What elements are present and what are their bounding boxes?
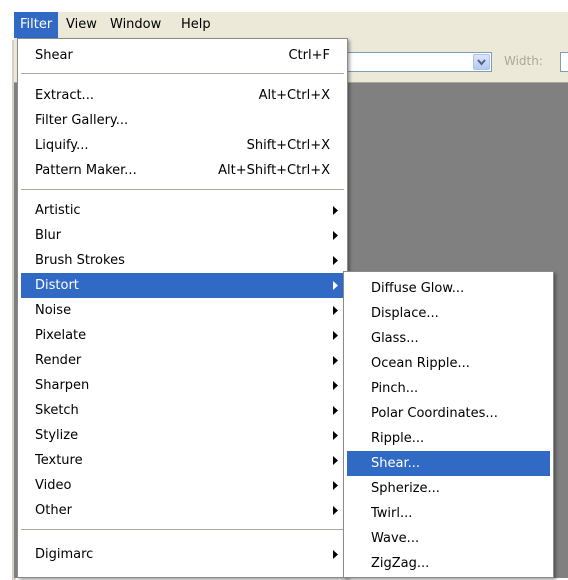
submenu-item-glass[interactable]: Glass... <box>347 326 550 351</box>
menu-item-label: Pattern Maker... <box>35 163 137 178</box>
menu-item-label: Extract... <box>35 88 94 103</box>
distort-submenu: Diffuse Glow... Displace... Glass... Oce… <box>343 271 554 578</box>
menu-item-sketch[interactable]: Sketch <box>21 398 344 423</box>
submenu-item-ripple[interactable]: Ripple... <box>347 426 550 451</box>
menu-item-label: Video <box>35 478 72 493</box>
menu-separator <box>21 189 344 190</box>
menu-item-label: Ripple... <box>371 431 425 446</box>
submenu-item-spherize[interactable]: Spherize... <box>347 476 550 501</box>
style-combo[interactable] <box>344 52 492 72</box>
menu-item-render[interactable]: Render <box>21 348 344 373</box>
menu-view[interactable]: View <box>60 12 103 38</box>
menu-item-label: Render <box>35 353 82 368</box>
triangle-right-icon <box>333 331 338 340</box>
menu-window[interactable]: Window <box>104 12 167 38</box>
triangle-right-icon <box>333 431 338 440</box>
triangle-right-icon <box>333 256 338 265</box>
menu-item-label: ZigZag... <box>371 556 430 571</box>
submenu-item-shear[interactable]: Shear... <box>347 451 550 476</box>
triangle-right-icon <box>333 281 338 290</box>
menu-item-label: Other <box>35 503 72 518</box>
menu-item-video[interactable]: Video <box>21 473 344 498</box>
submenu-item-zigzag[interactable]: ZigZag... <box>347 551 550 576</box>
menu-item-label: Spherize... <box>371 481 440 496</box>
submenu-item-wave[interactable]: Wave... <box>347 526 550 551</box>
triangle-right-icon <box>333 231 338 240</box>
triangle-right-icon <box>333 206 338 215</box>
menu-item-label: Shear <box>35 48 73 63</box>
menu-item-label: Glass... <box>371 331 419 346</box>
triangle-right-icon <box>333 406 338 415</box>
triangle-right-icon <box>333 456 338 465</box>
menu-item-artistic[interactable]: Artistic <box>21 198 344 223</box>
menu-item-pixelate[interactable]: Pixelate <box>21 323 344 348</box>
menu-item-label: Stylize <box>35 428 79 443</box>
submenu-item-twirl[interactable]: Twirl... <box>347 501 550 526</box>
menu-item-distort[interactable]: Distort <box>21 273 344 298</box>
triangle-right-icon <box>333 306 338 315</box>
submenu-item-displace[interactable]: Displace... <box>347 301 550 326</box>
menu-item-pattern-maker[interactable]: Pattern Maker... Alt+Shift+Ctrl+X <box>21 158 344 183</box>
menu-item-label: Ocean Ripple... <box>371 356 470 371</box>
menu-help[interactable]: Help <box>175 12 217 38</box>
menu-item-shear-last[interactable]: Shear Ctrl+F <box>21 43 344 68</box>
width-field[interactable] <box>560 52 568 72</box>
menu-item-label: Texture <box>35 453 83 468</box>
submenu-item-polar-coordinates[interactable]: Polar Coordinates... <box>347 401 550 426</box>
shortcut-label: Alt+Shift+Ctrl+X <box>218 163 330 178</box>
menu-separator <box>21 529 344 530</box>
submenu-item-pinch[interactable]: Pinch... <box>347 376 550 401</box>
menu-item-extract[interactable]: Extract... Alt+Ctrl+X <box>21 83 344 108</box>
menu-separator <box>21 73 344 74</box>
shortcut-label: Alt+Ctrl+X <box>258 88 330 103</box>
submenu-item-ocean-ripple[interactable]: Ocean Ripple... <box>347 351 550 376</box>
menu-item-texture[interactable]: Texture <box>21 448 344 473</box>
triangle-right-icon <box>333 381 338 390</box>
menu-item-label: Sketch <box>35 403 79 418</box>
menu-item-label: Pixelate <box>35 328 87 343</box>
menu-item-label: Blur <box>35 228 62 243</box>
menu-item-label: Liquify... <box>35 138 89 153</box>
shortcut-label: Ctrl+F <box>288 48 330 63</box>
menu-item-liquify[interactable]: Liquify... Shift+Ctrl+X <box>21 133 344 158</box>
menu-item-other[interactable]: Other <box>21 498 344 523</box>
chevron-down-icon[interactable] <box>473 54 490 70</box>
filter-menu: Shear Ctrl+F Extract... Alt+Ctrl+X Filte… <box>17 38 348 578</box>
triangle-right-icon <box>333 550 338 559</box>
menu-filter[interactable]: Filter <box>14 12 59 38</box>
menu-item-label: Distort <box>35 278 79 293</box>
menu-item-blur[interactable]: Blur <box>21 223 344 248</box>
menu-item-label: Sharpen <box>35 378 90 393</box>
menu-item-label: Polar Coordinates... <box>371 406 498 421</box>
triangle-right-icon <box>333 506 338 515</box>
menu-item-filter-gallery[interactable]: Filter Gallery... <box>21 108 344 133</box>
triangle-right-icon <box>333 481 338 490</box>
menu-item-brush-strokes[interactable]: Brush Strokes <box>21 248 344 273</box>
menu-item-label: Displace... <box>371 306 439 321</box>
menu-item-noise[interactable]: Noise <box>21 298 344 323</box>
menu-item-stylize[interactable]: Stylize <box>21 423 344 448</box>
menu-item-label: Wave... <box>371 531 420 546</box>
menu-item-label: Shear... <box>371 456 421 471</box>
menu-item-label: Noise <box>35 303 72 318</box>
shortcut-label: Shift+Ctrl+X <box>246 138 330 153</box>
menu-item-label: Pinch... <box>371 381 419 396</box>
menu-item-label: Artistic <box>35 203 81 218</box>
menu-bar: Filter View Window Help <box>14 12 568 38</box>
width-label: Width: <box>504 54 543 68</box>
menu-item-label: Digimarc <box>35 547 94 562</box>
menu-item-label: Twirl... <box>371 506 413 521</box>
menu-item-digimarc[interactable]: Digimarc <box>21 542 344 567</box>
menu-item-label: Diffuse Glow... <box>371 281 465 296</box>
menu-item-label: Brush Strokes <box>35 253 125 268</box>
triangle-right-icon <box>333 356 338 365</box>
submenu-item-diffuse-glow[interactable]: Diffuse Glow... <box>347 276 550 301</box>
menu-item-label: Filter Gallery... <box>35 113 129 128</box>
menu-item-sharpen[interactable]: Sharpen <box>21 373 344 398</box>
